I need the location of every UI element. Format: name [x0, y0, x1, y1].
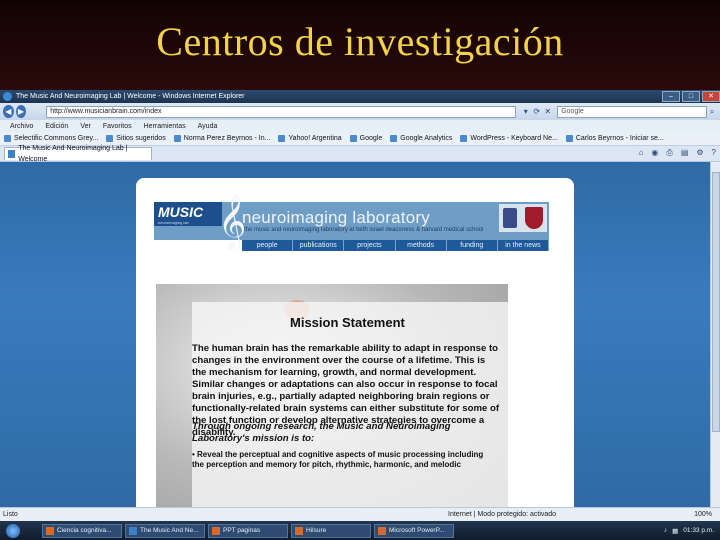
- back-button[interactable]: ◀: [3, 105, 14, 118]
- page-favicon-icon: [8, 150, 16, 158]
- close-button[interactable]: ✕: [702, 91, 720, 102]
- clock[interactable]: 01:33 p.m.: [683, 527, 714, 534]
- ie-logo-icon: [3, 92, 12, 101]
- tools-menu-icon[interactable]: ⚙: [696, 148, 703, 158]
- zoom-level[interactable]: 100%: [694, 511, 712, 518]
- taskbar-item[interactable]: Hilsure: [291, 523, 371, 538]
- mission-intro: Through ongoing research, the Music and …: [192, 421, 451, 444]
- mission-title: Mission Statement: [290, 315, 405, 330]
- taskbar-item[interactable]: Microsoft PowerP...: [374, 523, 454, 538]
- start-button[interactable]: [6, 523, 20, 538]
- favorite-icon: [565, 135, 573, 142]
- favorite-icon: [349, 135, 357, 142]
- home-icon[interactable]: ⌂: [639, 148, 644, 158]
- favorite-link[interactable]: Sitios sugeridos: [106, 135, 166, 142]
- nav-publications[interactable]: publications: [293, 240, 345, 251]
- favorite-link[interactable]: Selectific Commons Grey...: [4, 135, 98, 142]
- menu-edicion[interactable]: Edición: [45, 123, 68, 130]
- app-icon: [378, 526, 386, 535]
- favorite-link[interactable]: Norma Perez Beyrnos - In...: [173, 135, 270, 142]
- app-icon: [295, 526, 303, 535]
- nav-funding[interactable]: funding: [446, 240, 498, 251]
- page-viewport: MUSIC neuroimaging lab 𝄞 neuroimaging la…: [0, 162, 710, 507]
- menu-ver[interactable]: Ver: [80, 123, 91, 130]
- dropdown-icon[interactable]: ▾: [520, 106, 531, 117]
- minimize-button[interactable]: –: [662, 91, 680, 102]
- taskbar-item[interactable]: PPT paginas: [208, 523, 288, 538]
- tab-strip: The Music And Neuroimaging Lab | Welcome…: [0, 145, 720, 163]
- page-card: MUSIC neuroimaging lab 𝄞 neuroimaging la…: [136, 178, 574, 507]
- favorite-icon: [173, 135, 181, 142]
- system-tray: ♪ ▦ 01:33 p.m.: [659, 527, 720, 535]
- status-text: Listo: [3, 511, 18, 518]
- menu-archivo[interactable]: Archivo: [10, 123, 33, 130]
- favorite-link[interactable]: Google Analytics: [390, 135, 452, 142]
- taskbar-item[interactable]: Ciencia cognitiva...: [42, 523, 122, 538]
- window-controls: – □ ✕: [660, 91, 720, 102]
- tab-active[interactable]: The Music And Neuroimaging Lab | Welcome: [4, 145, 152, 163]
- app-icon: [129, 526, 137, 535]
- slide-header: Centros de investigación: [0, 0, 720, 90]
- taskbar: Ciencia cognitiva... The Music And Ne...…: [0, 521, 720, 540]
- search-icon[interactable]: ⌕: [707, 106, 717, 118]
- bidmc-seal-icon: [503, 208, 517, 228]
- window-titlebar: The Music And Neuroimaging Lab | Welcome…: [0, 90, 720, 103]
- url-input[interactable]: http://www.musicianbrain.com/index: [46, 105, 517, 118]
- lab-subtitle: the music and neuroimaging laboratory at…: [244, 227, 484, 233]
- favorite-link[interactable]: Yahoo! Argentina: [278, 135, 342, 142]
- forward-button[interactable]: ▶: [15, 105, 27, 118]
- feeds-icon[interactable]: ◉: [651, 148, 658, 158]
- browser-window: The Music And Neuroimaging Lab | Welcome…: [0, 90, 720, 540]
- network-icon[interactable]: ▦: [672, 527, 678, 535]
- favorite-link[interactable]: WordPress - Keyboard Ne...: [460, 135, 558, 142]
- favorite-link[interactable]: Google: [349, 135, 382, 142]
- site-nav: people publications projects methods fun…: [242, 240, 550, 251]
- status-bar: Listo Internet | Modo protegido: activad…: [0, 507, 720, 521]
- music-logo-sub: neuroimaging lab: [158, 220, 189, 225]
- favorite-icon: [460, 135, 468, 142]
- favorite-link[interactable]: Carlos Beyrnos - Iniciar se...: [565, 135, 664, 142]
- favorite-icon: [106, 135, 114, 142]
- slide-title: Centros de investigación: [156, 19, 564, 64]
- harvard-shield-icon: [525, 207, 543, 229]
- nav-in-the-news[interactable]: in the news: [497, 240, 550, 251]
- favorite-icon: [278, 135, 286, 142]
- lab-title: neuroimaging laboratory: [242, 208, 430, 227]
- site-banner: MUSIC neuroimaging lab 𝄞 neuroimaging la…: [154, 196, 549, 246]
- taskbar-item[interactable]: The Music And Ne...: [125, 523, 205, 538]
- security-zone: Internet | Modo protegido: activado: [448, 511, 557, 518]
- menu-ayuda[interactable]: Ayuda: [198, 123, 218, 130]
- brain-image: Mission Statement The human brain has th…: [156, 284, 508, 507]
- volume-icon[interactable]: ♪: [664, 527, 667, 534]
- maximize-button[interactable]: □: [682, 91, 700, 102]
- nav-methods[interactable]: methods: [395, 240, 447, 251]
- nav-projects[interactable]: projects: [344, 240, 396, 251]
- favorite-icon: [4, 135, 11, 142]
- stop-icon[interactable]: ✕: [542, 106, 553, 117]
- nav-people[interactable]: people: [242, 240, 294, 251]
- page-menu-icon[interactable]: ▤: [681, 148, 689, 158]
- institution-logos: [499, 204, 547, 232]
- address-bar: ◀ ▶ http://www.musicianbrain.com/index ▾…: [0, 103, 720, 120]
- menu-bar: Archivo Edición Ver Favoritos Herramient…: [0, 120, 720, 132]
- mission-bullet: • Reveal the perceptual and cognitive as…: [192, 450, 484, 469]
- mission-panel: Mission Statement The human brain has th…: [192, 302, 508, 507]
- app-icon: [212, 526, 220, 535]
- search-input[interactable]: Google: [557, 105, 708, 118]
- vertical-scrollbar[interactable]: [710, 162, 720, 507]
- command-bar: ⌂ ◉ ⎙ ▤ ⚙ ?: [631, 148, 716, 158]
- refresh-icon[interactable]: ⟳: [531, 106, 542, 117]
- print-icon[interactable]: ⎙: [666, 148, 672, 158]
- menu-favoritos[interactable]: Favoritos: [103, 123, 132, 130]
- window-title: The Music And Neuroimaging Lab | Welcome…: [16, 93, 245, 100]
- favorite-icon: [390, 135, 398, 142]
- scrollbar-thumb[interactable]: [712, 172, 720, 432]
- menu-herramientas[interactable]: Herramientas: [144, 123, 186, 130]
- app-icon: [46, 526, 54, 535]
- help-icon[interactable]: ?: [712, 148, 716, 158]
